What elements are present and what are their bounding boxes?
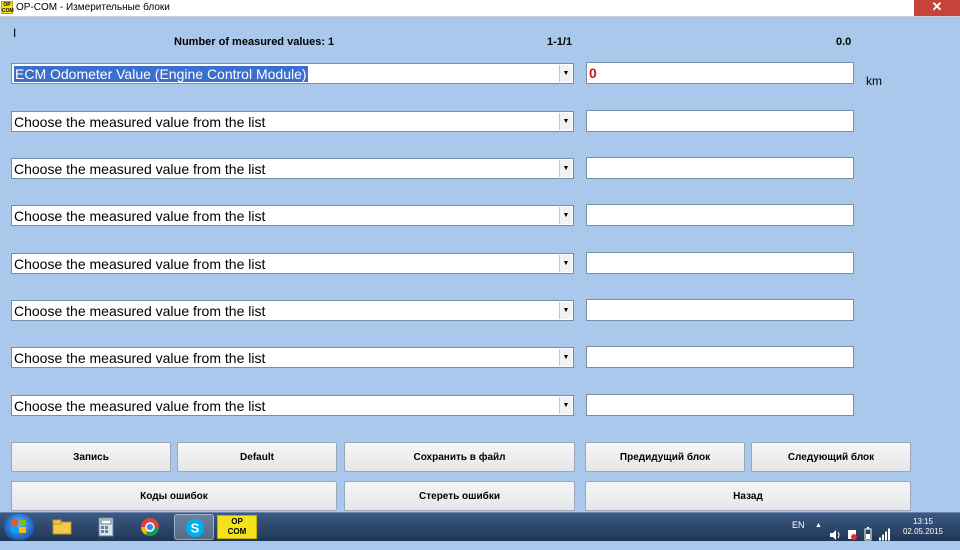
language-indicator[interactable]: EN — [792, 520, 805, 548]
volume-icon[interactable] — [829, 521, 841, 549]
block-range: 1-1/1 — [547, 36, 573, 48]
chevron-down-icon[interactable]: ▼ — [559, 255, 572, 272]
unit-label: km — [866, 74, 882, 88]
close-button[interactable]: ✕ — [914, 0, 960, 16]
calculator-icon — [98, 517, 114, 537]
chevron-down-icon[interactable]: ▼ — [559, 207, 572, 224]
title-bar: OP COM OP-COM - Измерительные блоки ✕ — [0, 0, 960, 17]
value-field-5[interactable] — [586, 252, 854, 274]
reading-value: 0.0 — [836, 36, 852, 48]
back-button[interactable]: Назад — [585, 481, 911, 511]
measuring-blocks-panel: I Number of measured values: 1 1-1/1 0.0… — [0, 17, 960, 512]
value-field-8[interactable] — [586, 394, 854, 416]
select-label: ECM Odometer Value (Engine Control Modul… — [14, 66, 308, 82]
opcom-label-top: OP — [231, 517, 243, 526]
measured-value-select-4[interactable]: Choose the measured value from the list … — [11, 205, 574, 226]
value-field-7[interactable] — [586, 346, 854, 368]
taskbar-explorer[interactable] — [42, 514, 82, 540]
select-label: Choose the measured value from the list — [14, 350, 266, 366]
chevron-down-icon[interactable]: ▼ — [559, 349, 572, 366]
taskbar-calculator[interactable] — [86, 514, 126, 540]
taskbar-chrome[interactable] — [130, 514, 170, 540]
start-button[interactable] — [4, 514, 34, 540]
taskbar-opcom[interactable]: OP COM — [217, 515, 257, 539]
signal-icon[interactable] — [879, 520, 891, 548]
measured-value-select-6[interactable]: Choose the measured value from the list … — [11, 300, 574, 321]
value-field-4[interactable] — [586, 204, 854, 226]
value-field-2[interactable] — [586, 110, 854, 132]
select-label: Choose the measured value from the list — [14, 114, 266, 130]
system-clock[interactable]: 13:15 02.05.2015 — [895, 517, 951, 537]
flag-icon[interactable] — [846, 521, 858, 549]
measured-value-select-1[interactable]: ECM Odometer Value (Engine Control Modul… — [11, 63, 574, 84]
chevron-down-icon[interactable]: ▼ — [559, 160, 572, 177]
default-button[interactable]: Default — [177, 442, 337, 472]
next-block-button[interactable]: Следующий блок — [751, 442, 911, 472]
measured-value-select-3[interactable]: Choose the measured value from the list … — [11, 158, 574, 179]
value-field-6[interactable] — [586, 299, 854, 321]
value-text: 0 — [589, 65, 597, 81]
chrome-icon — [141, 518, 159, 537]
opcom-app-icon: OP COM — [1, 1, 14, 14]
record-button[interactable]: Запись — [11, 442, 171, 472]
chevron-down-icon[interactable]: ▼ — [559, 65, 572, 82]
windows-logo-icon — [11, 520, 26, 533]
taskbar-skype[interactable]: S — [174, 514, 214, 540]
previous-block-button[interactable]: Предидущий блок — [585, 442, 745, 472]
select-label: Choose the measured value from the list — [14, 208, 266, 224]
chevron-down-icon[interactable]: ▼ — [559, 113, 572, 130]
measured-value-select-8[interactable]: Choose the measured value from the list … — [11, 395, 574, 416]
select-label: Choose the measured value from the list — [14, 256, 266, 272]
skype-icon: S — [186, 519, 204, 537]
measured-value-select-7[interactable]: Choose the measured value from the list … — [11, 347, 574, 368]
opcom-label-bottom: COM — [227, 527, 247, 536]
measured-value-select-5[interactable]: Choose the measured value from the list … — [11, 253, 574, 274]
select-label: Choose the measured value from the list — [14, 161, 266, 177]
clock-date: 02.05.2015 — [902, 527, 944, 536]
chevron-down-icon[interactable]: ▼ — [559, 302, 572, 319]
save-to-file-button[interactable]: Сохранить в файл — [344, 442, 575, 472]
value-field-1[interactable]: 0 — [586, 62, 854, 84]
folder-icon — [52, 519, 72, 535]
select-label: Choose the measured value from the list — [14, 303, 266, 319]
battery-icon[interactable] — [863, 520, 873, 548]
taskbar: S OP COM EN ▲ 13:15 02.05.2015 — [0, 512, 960, 541]
measured-values-count: Number of measured values: 1 — [174, 36, 335, 48]
window-title: OP-COM - Измерительные блоки — [16, 2, 170, 13]
clear-errors-button[interactable]: Стереть ошибки — [344, 481, 575, 511]
chevron-down-icon[interactable]: ▼ — [559, 397, 572, 414]
text-cursor-icon: I — [13, 26, 17, 40]
error-codes-button[interactable]: Коды ошибок — [11, 481, 337, 511]
measured-value-select-2[interactable]: Choose the measured value from the list … — [11, 111, 574, 132]
value-field-3[interactable] — [586, 157, 854, 179]
svg-text:S: S — [191, 521, 200, 536]
tray-expand-icon[interactable]: ▲ — [815, 522, 822, 550]
select-label: Choose the measured value from the list — [14, 398, 266, 414]
clock-time: 13:15 — [912, 517, 934, 526]
